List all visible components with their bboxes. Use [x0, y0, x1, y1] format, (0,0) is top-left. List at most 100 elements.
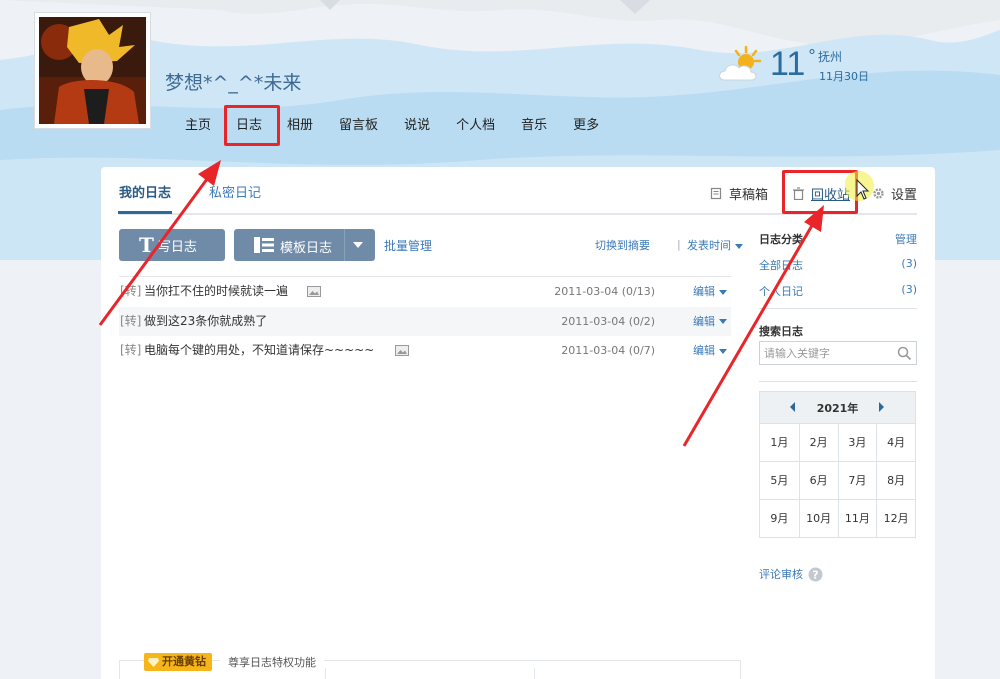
edit-dropdown[interactable]: 编辑 [693, 307, 727, 336]
drafts-link[interactable]: 草稿箱 [710, 184, 768, 203]
post-counts: (0/7) [628, 344, 655, 357]
nav-profile[interactable]: 个人档 [443, 109, 508, 143]
edit-label: 编辑 [693, 344, 715, 357]
month-grid: 1月 2月 3月 4月 5月 6月 7月 8月 9月 10月 11月 12月 [760, 423, 915, 537]
category-count: (3) [901, 283, 917, 296]
month-cell[interactable]: 1月 [760, 423, 799, 461]
nav-home[interactable]: 主页 [172, 109, 224, 143]
divider [325, 668, 326, 679]
category-manage-link[interactable]: 管理 [895, 231, 917, 247]
avatar[interactable] [34, 12, 151, 129]
edit-label: 编辑 [693, 314, 715, 328]
recycle-bin-link[interactable]: 回收站 [792, 184, 850, 203]
chevron-down-icon [735, 243, 743, 249]
month-cell[interactable]: 6月 [798, 461, 838, 499]
next-year-icon[interactable] [879, 402, 884, 412]
post-meta: 2011-03-04 (0/7) [561, 336, 655, 365]
sort-label: 发表时间 [687, 239, 731, 252]
weather-city: 抚州 [818, 50, 843, 64]
repost-tag: [转] [120, 284, 142, 298]
chevron-down-icon [719, 289, 727, 295]
drafts-icon [710, 187, 722, 200]
list-item: [转] 做到这23条你就成熟了 2011-03-04 (0/2) 编辑 [119, 306, 731, 336]
search-box [759, 341, 917, 365]
help-icon[interactable]: ? [808, 567, 823, 582]
month-cell[interactable]: 5月 [760, 461, 799, 499]
post-title[interactable]: 当你扛不住的时候就读一遍 [144, 277, 288, 306]
post-date: 2011-03-04 [561, 344, 626, 357]
category-label: 全部日志 [759, 259, 803, 272]
dropdown-caret-icon[interactable] [353, 242, 363, 248]
month-cell[interactable]: 2月 [798, 423, 838, 461]
divider [759, 381, 917, 382]
search-title: 搜索日志 [759, 325, 803, 338]
nickname[interactable]: 梦想*^_^*未来 [165, 68, 301, 95]
sort-by-time-dropdown[interactable]: 发表时间 [687, 237, 743, 253]
blog-panel: 我的日志 私密日记 草稿箱 回收站 设置 T 写日志 模板日志 批量管理 切换到… [101, 167, 935, 679]
month-cell[interactable]: 4月 [876, 423, 915, 461]
nav-album[interactable]: 相册 [274, 109, 326, 143]
search-input[interactable] [760, 342, 890, 364]
drafts-label: 草稿箱 [729, 188, 769, 203]
list-item: [转] 电脑每个键的用处，不知道请保存~~~~~ 2011-03-04 (0/7… [119, 336, 731, 366]
blog-toolbar: T 写日志 模板日志 批量管理 切换到摘要 | 发表时间 [119, 229, 743, 263]
nav-more[interactable]: 更多 [560, 109, 612, 143]
category-title: 日志分类 [759, 233, 803, 246]
weather-temperature: 11 [770, 45, 806, 83]
write-blog-button[interactable]: T 写日志 [119, 229, 225, 261]
post-title[interactable]: 电脑每个键的用处，不知道请保存~~~~~ [144, 336, 374, 365]
write-blog-label: 写日志 [157, 239, 197, 255]
month-cell[interactable]: 7月 [837, 461, 877, 499]
month-cell[interactable]: 11月 [837, 499, 877, 537]
toolbar-divider: | [677, 238, 681, 251]
post-date: 2011-03-04 [561, 314, 626, 328]
month-cell[interactable]: 12月 [876, 499, 915, 537]
nav-blog[interactable]: 日志 [224, 109, 274, 143]
calendar-header: 2021年 [760, 392, 915, 423]
month-cell[interactable]: 9月 [760, 499, 799, 537]
month-cell[interactable]: 8月 [876, 461, 915, 499]
post-title[interactable]: 做到这23条你就成熟了 [144, 307, 267, 336]
category-item-diary[interactable]: 个人日记 (3) [759, 283, 917, 299]
divider [534, 668, 535, 679]
partly-cloudy-icon [719, 45, 762, 81]
settings-link[interactable]: 设置 [872, 184, 917, 203]
nav-guestbook[interactable]: 留言板 [326, 109, 391, 143]
post-meta: 2011-03-04 (0/13) [554, 277, 655, 306]
image-icon [307, 286, 321, 297]
template-blog-button[interactable]: 模板日志 [234, 229, 375, 261]
chevron-down-icon [719, 319, 727, 324]
list-item: [转] 当你扛不住的时候就读一遍 2011-03-04 (0/13) 编辑 [119, 277, 731, 307]
diamond-icon [148, 657, 159, 667]
comment-review-label: 评论审核 [759, 568, 803, 581]
archive-calendar: 2021年 1月 2月 3月 4月 5月 6月 7月 8月 9月 10月 11月… [759, 391, 916, 538]
repost-tag: [转] [120, 313, 142, 328]
post-meta: 2011-03-04 (0/2) [561, 307, 655, 336]
weather-date: 11月30日 [819, 70, 869, 83]
edit-label: 编辑 [693, 285, 715, 298]
search-icon[interactable] [897, 346, 912, 361]
blog-list: [转] 当你扛不住的时候就读一遍 2011-03-04 (0/13) 编辑 [转… [119, 276, 731, 366]
batch-manage-link[interactable]: 批量管理 [384, 237, 432, 254]
tab-my-blog[interactable]: 我的日志 [117, 182, 173, 214]
category-item-all[interactable]: 全部日志 (3) [759, 257, 917, 273]
nav-music[interactable]: 音乐 [508, 109, 560, 143]
nav-status[interactable]: 说说 [391, 109, 443, 143]
image-icon [395, 345, 409, 356]
month-cell[interactable]: 10月 [798, 499, 838, 537]
vip-feature-box: 开通黄钻 尊享日志特权功能 [119, 653, 741, 679]
tab-private-diary[interactable]: 私密日记 [209, 182, 261, 201]
post-counts: (0/2) [628, 314, 655, 328]
category-label: 个人日记 [759, 285, 803, 298]
comment-review-link[interactable]: 评论审核 ? [759, 566, 823, 582]
vip-feature-title: 尊享日志特权功能 [220, 654, 324, 670]
edit-dropdown[interactable]: 编辑 [693, 336, 727, 365]
edit-dropdown[interactable]: 编辑 [693, 277, 727, 306]
text-t-icon: T [139, 233, 154, 257]
post-counts: (0/13) [621, 285, 655, 298]
switch-to-summary-link[interactable]: 切换到摘要 [595, 237, 650, 253]
open-yellow-diamond-button[interactable]: 开通黄钻 [144, 653, 212, 671]
category-count: (3) [901, 257, 917, 270]
month-cell[interactable]: 3月 [837, 423, 877, 461]
template-list-icon [254, 237, 274, 253]
